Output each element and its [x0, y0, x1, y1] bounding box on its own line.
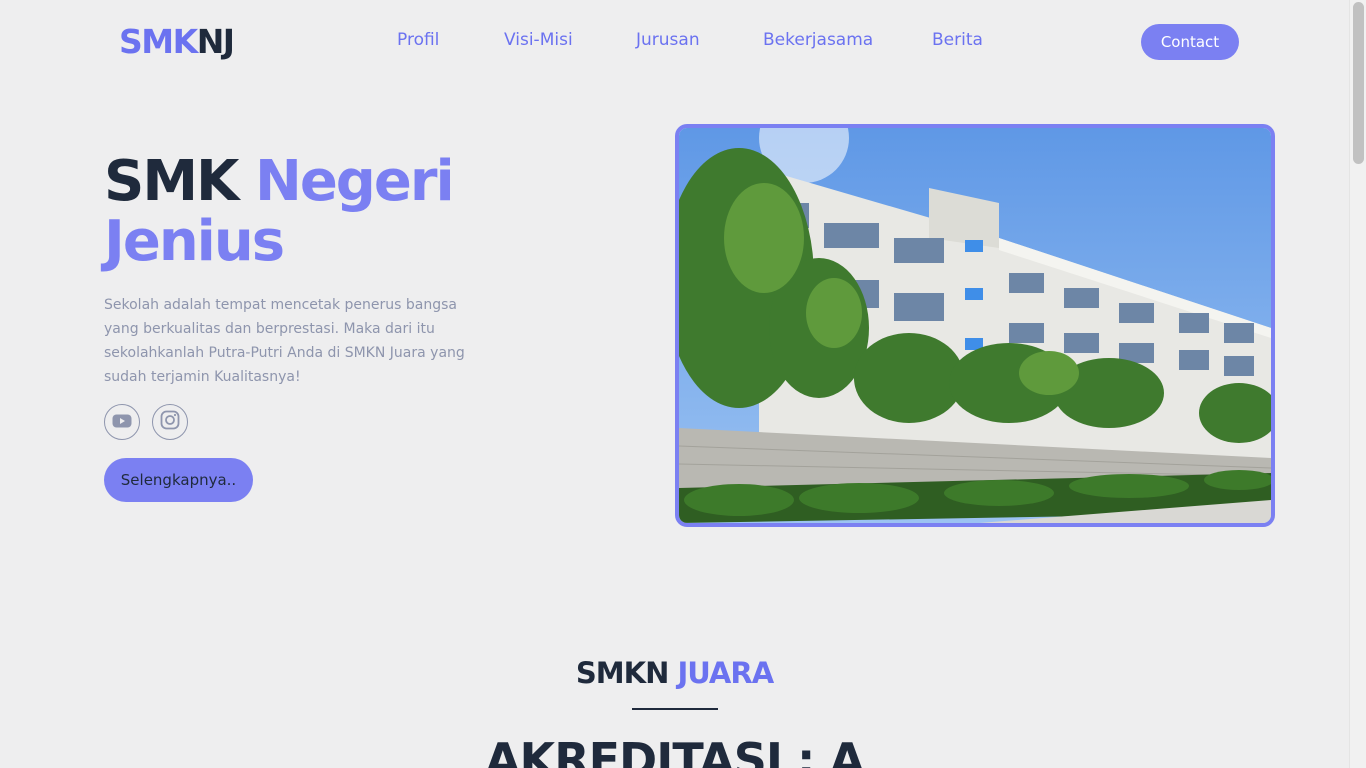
school-building-photo — [675, 124, 1275, 527]
youtube-link[interactable] — [104, 404, 140, 440]
page-scrollbar[interactable] — [1349, 0, 1366, 768]
hero-title-smk: SMK — [104, 149, 239, 214]
instagram-link[interactable] — [152, 404, 188, 440]
youtube-icon — [112, 413, 132, 432]
section-title-smkn: SMKN — [575, 656, 669, 690]
hero-title-jenius: Jenius — [104, 209, 285, 274]
section-divider — [632, 708, 718, 710]
hero-title: SMK Negeri Jenius — [104, 152, 524, 272]
scrollbar-thumb[interactable] — [1353, 2, 1364, 164]
section-title-juara: JUARA — [677, 656, 774, 690]
nav-item-berita[interactable]: Berita — [932, 30, 983, 50]
hero-title-negeri: Negeri — [254, 149, 455, 214]
hero-description: Sekolah adalah tempat mencetak penerus b… — [104, 297, 465, 385]
nav-item-jurusan[interactable]: Jurusan — [636, 30, 700, 50]
read-more-button[interactable]: Selengkapnya.. — [104, 458, 253, 502]
section-title: SMKN JUARA — [0, 656, 1349, 690]
accreditation-heading: AKREDITASI : A — [484, 733, 865, 768]
nav-item-bekerjasama[interactable]: Bekerjasama — [763, 30, 873, 50]
instagram-icon — [160, 410, 180, 434]
nav-item-visi-misi[interactable]: Visi-Misi — [504, 30, 573, 50]
contact-button[interactable]: Contact — [1141, 24, 1239, 60]
nav-item-profil[interactable]: Profil — [397, 30, 439, 50]
